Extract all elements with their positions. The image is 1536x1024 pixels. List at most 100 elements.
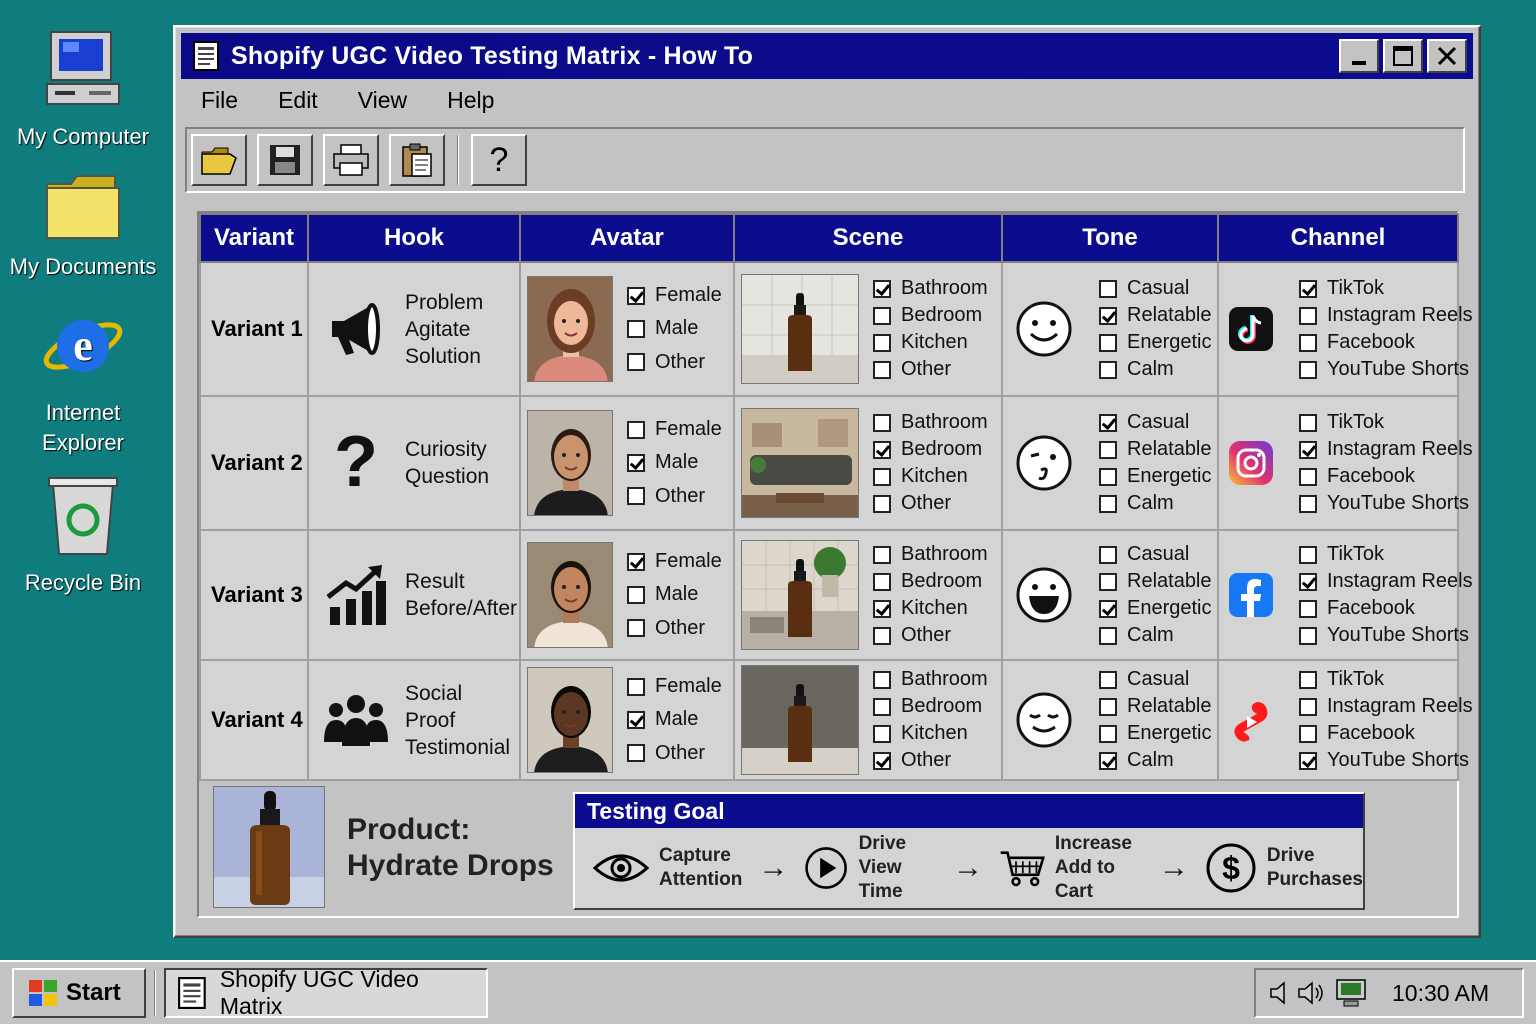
checkbox[interactable] bbox=[873, 670, 891, 689]
channel-option[interactable]: YouTube Shorts bbox=[1299, 492, 1473, 515]
avatar-option[interactable]: Other bbox=[627, 742, 722, 765]
checkbox[interactable] bbox=[1099, 306, 1117, 325]
desktop-icon-my-documents[interactable]: My Documents bbox=[8, 170, 158, 280]
title-bar[interactable]: Shopify UGC Video Testing Matrix - How T… bbox=[181, 33, 1473, 79]
checkbox[interactable] bbox=[1099, 545, 1117, 564]
avatar-option[interactable]: Other bbox=[627, 351, 722, 374]
checkbox[interactable] bbox=[873, 440, 891, 459]
checkbox[interactable] bbox=[873, 279, 891, 298]
minimize-button[interactable] bbox=[1339, 39, 1379, 73]
checkbox[interactable] bbox=[1099, 333, 1117, 352]
avatar-option[interactable]: Female bbox=[627, 550, 722, 573]
channel-option[interactable]: Facebook bbox=[1299, 597, 1473, 620]
scene-option[interactable]: Other bbox=[873, 624, 988, 647]
network-monitor-icon[interactable] bbox=[1334, 978, 1368, 1008]
checkbox[interactable] bbox=[627, 353, 645, 372]
volume-icon[interactable] bbox=[1296, 979, 1326, 1007]
desktop-icon-internet-explorer[interactable]: e Internet Explorer bbox=[8, 306, 158, 458]
channel-option[interactable]: Facebook bbox=[1299, 465, 1473, 488]
checkbox[interactable] bbox=[873, 360, 891, 379]
scene-option[interactable]: Kitchen bbox=[873, 465, 988, 488]
checkbox[interactable] bbox=[1099, 697, 1117, 716]
checkbox[interactable] bbox=[1099, 360, 1117, 379]
tone-option[interactable]: Calm bbox=[1099, 749, 1212, 772]
scene-option[interactable]: Other bbox=[873, 749, 988, 772]
checkbox[interactable] bbox=[1299, 306, 1317, 325]
desktop-icon-my-computer[interactable]: My Computer bbox=[8, 28, 158, 150]
menu-file[interactable]: File bbox=[181, 87, 258, 121]
speaker-icon[interactable] bbox=[1268, 979, 1296, 1007]
checkbox[interactable] bbox=[1299, 697, 1317, 716]
paste-button[interactable] bbox=[389, 134, 445, 186]
scene-option[interactable]: Other bbox=[873, 492, 988, 515]
tone-option[interactable]: Casual bbox=[1099, 543, 1212, 566]
tone-option[interactable]: Calm bbox=[1099, 358, 1212, 381]
avatar-option[interactable]: Female bbox=[627, 675, 722, 698]
checkbox[interactable] bbox=[1299, 494, 1317, 513]
scene-option[interactable]: Bedroom bbox=[873, 438, 988, 461]
open-button[interactable] bbox=[191, 134, 247, 186]
checkbox[interactable] bbox=[873, 751, 891, 770]
checkbox[interactable] bbox=[1099, 440, 1117, 459]
tone-option[interactable]: Relatable bbox=[1099, 695, 1212, 718]
checkbox[interactable] bbox=[627, 744, 645, 763]
checkbox[interactable] bbox=[1099, 670, 1117, 689]
tone-option[interactable]: Calm bbox=[1099, 624, 1212, 647]
avatar-option[interactable]: Other bbox=[627, 485, 722, 508]
checkbox[interactable] bbox=[1099, 751, 1117, 770]
checkbox[interactable] bbox=[1299, 279, 1317, 298]
checkbox[interactable] bbox=[627, 585, 645, 604]
channel-option[interactable]: TikTok bbox=[1299, 277, 1473, 300]
menu-edit[interactable]: Edit bbox=[258, 87, 338, 121]
checkbox[interactable] bbox=[1099, 413, 1117, 432]
avatar-option[interactable]: Male bbox=[627, 708, 722, 731]
checkbox[interactable] bbox=[627, 710, 645, 729]
tone-option[interactable]: Casual bbox=[1099, 277, 1212, 300]
tone-option[interactable]: Casual bbox=[1099, 411, 1212, 434]
checkbox[interactable] bbox=[873, 599, 891, 618]
checkbox[interactable] bbox=[1299, 670, 1317, 689]
checkbox[interactable] bbox=[873, 626, 891, 645]
print-button[interactable] bbox=[323, 134, 379, 186]
tone-option[interactable]: Energetic bbox=[1099, 465, 1212, 488]
checkbox[interactable] bbox=[1099, 467, 1117, 486]
channel-option[interactable]: TikTok bbox=[1299, 668, 1473, 691]
help-button[interactable]: ? bbox=[471, 134, 527, 186]
checkbox[interactable] bbox=[1299, 413, 1317, 432]
channel-option[interactable]: Facebook bbox=[1299, 331, 1473, 354]
tone-option[interactable]: Casual bbox=[1099, 668, 1212, 691]
checkbox[interactable] bbox=[873, 697, 891, 716]
checkbox[interactable] bbox=[873, 467, 891, 486]
channel-option[interactable]: Facebook bbox=[1299, 722, 1473, 745]
checkbox[interactable] bbox=[1299, 572, 1317, 591]
checkbox[interactable] bbox=[1299, 360, 1317, 379]
save-button[interactable] bbox=[257, 134, 313, 186]
checkbox[interactable] bbox=[1299, 724, 1317, 743]
scene-option[interactable]: Bedroom bbox=[873, 570, 988, 593]
channel-option[interactable]: YouTube Shorts bbox=[1299, 624, 1473, 647]
tone-option[interactable]: Relatable bbox=[1099, 304, 1212, 327]
checkbox[interactable] bbox=[1299, 751, 1317, 770]
checkbox[interactable] bbox=[1299, 440, 1317, 459]
menu-help[interactable]: Help bbox=[427, 87, 514, 121]
checkbox[interactable] bbox=[1099, 626, 1117, 645]
checkbox[interactable] bbox=[627, 552, 645, 571]
scene-option[interactable]: Kitchen bbox=[873, 597, 988, 620]
checkbox[interactable] bbox=[627, 487, 645, 506]
scene-option[interactable]: Kitchen bbox=[873, 331, 988, 354]
tone-option[interactable]: Relatable bbox=[1099, 438, 1212, 461]
scene-option[interactable]: Bedroom bbox=[873, 695, 988, 718]
checkbox[interactable] bbox=[873, 306, 891, 325]
checkbox[interactable] bbox=[873, 494, 891, 513]
channel-option[interactable]: YouTube Shorts bbox=[1299, 358, 1473, 381]
checkbox[interactable] bbox=[873, 545, 891, 564]
checkbox[interactable] bbox=[873, 572, 891, 591]
channel-option[interactable]: Instagram Reels bbox=[1299, 438, 1473, 461]
checkbox[interactable] bbox=[1099, 279, 1117, 298]
avatar-option[interactable]: Female bbox=[627, 418, 722, 441]
scene-option[interactable]: Other bbox=[873, 358, 988, 381]
avatar-option[interactable]: Other bbox=[627, 617, 722, 640]
checkbox[interactable] bbox=[627, 619, 645, 638]
checkbox[interactable] bbox=[1099, 724, 1117, 743]
checkbox[interactable] bbox=[627, 677, 645, 696]
